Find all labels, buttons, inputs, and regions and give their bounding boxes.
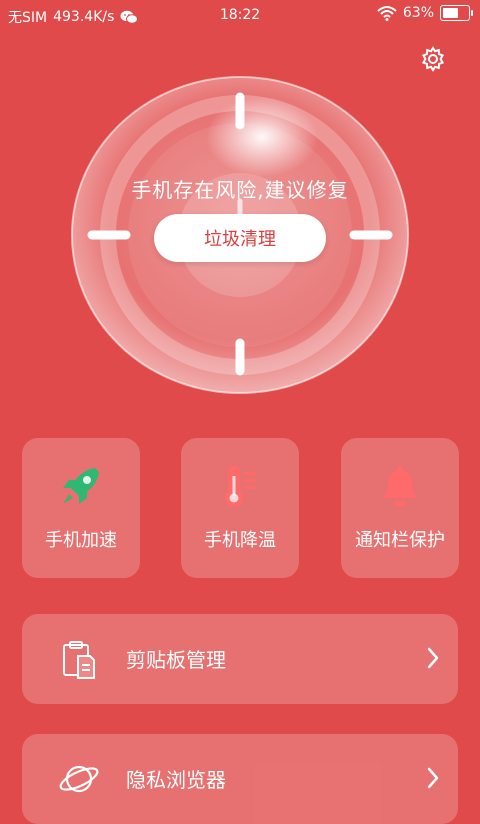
thermometer-icon: [225, 466, 256, 507]
row-label: 隐私浏览器: [126, 768, 226, 792]
risk-message: 手机存在风险,建议修复: [131, 178, 349, 202]
battery-percent: 63%: [402, 5, 434, 21]
private-browser-row[interactable]: 隐私浏览器: [22, 734, 458, 824]
tool-label: 通知栏保护: [355, 530, 445, 551]
status-bar: 无SIM 493.4K/s 18:22 63%: [0, 0, 480, 32]
row-label: 剪贴板管理: [126, 648, 226, 672]
clipboard-icon: [63, 641, 95, 679]
tool-phone-cooling[interactable]: 手机降温: [181, 438, 299, 578]
tool-label: 手机加速: [45, 530, 117, 551]
clipboard-manager-row[interactable]: 剪贴板管理: [22, 614, 458, 704]
tool-label: 手机降温: [204, 530, 276, 551]
junk-clean-button[interactable]: 垃圾清理: [154, 214, 326, 262]
gear-icon[interactable]: [420, 46, 446, 72]
battery-icon: [440, 5, 473, 21]
status-right: 63%: [377, 5, 473, 21]
tool-notification-protect[interactable]: 通知栏保护: [341, 438, 459, 578]
tool-phone-boost[interactable]: 手机加速: [22, 438, 140, 578]
chevron-right-icon: [427, 647, 439, 669]
planet-icon: [59, 765, 99, 793]
wifi-icon: [377, 6, 397, 21]
battery-fill: [443, 8, 459, 18]
rocket-icon: [63, 468, 99, 504]
bell-icon: [382, 466, 418, 507]
chevron-right-icon: [427, 767, 439, 789]
